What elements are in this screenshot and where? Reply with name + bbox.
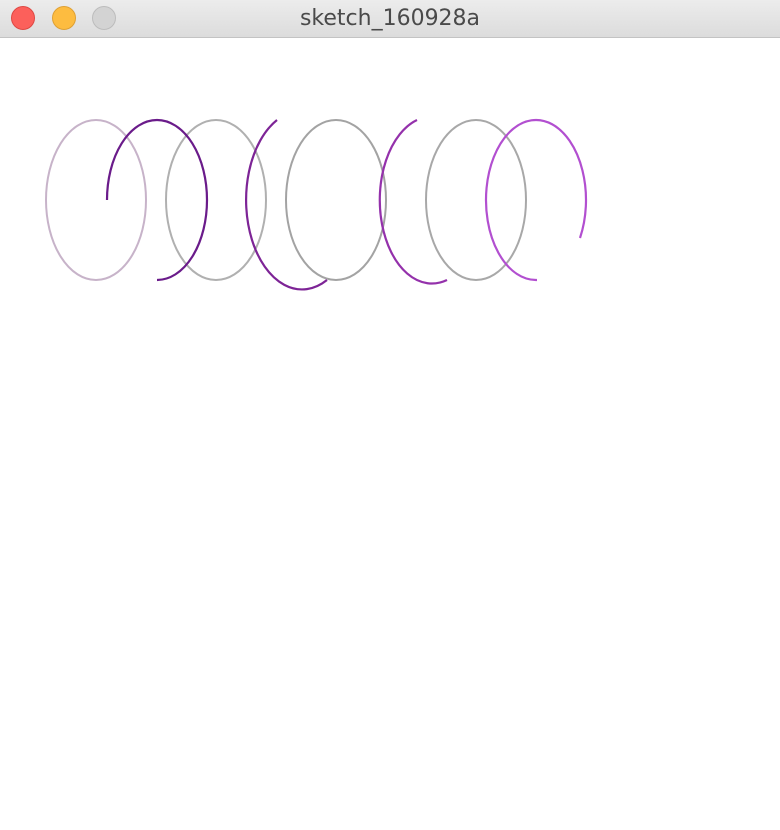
gray-ring-2 xyxy=(165,119,267,281)
app-window: sketch_160928a xyxy=(0,0,780,830)
window-title: sketch_160928a xyxy=(299,6,481,31)
purple-arc-3 xyxy=(378,119,448,285)
gray-ring-1 xyxy=(45,119,147,281)
sketch-canvas[interactable] xyxy=(0,38,780,830)
gray-ring-3 xyxy=(285,119,387,281)
purple-arc-4 xyxy=(484,118,588,282)
purple-arc-1 xyxy=(105,118,209,282)
title-bar[interactable]: sketch_160928a xyxy=(0,0,780,38)
sketch-drawing xyxy=(45,118,588,291)
gray-ring-4 xyxy=(425,119,527,281)
